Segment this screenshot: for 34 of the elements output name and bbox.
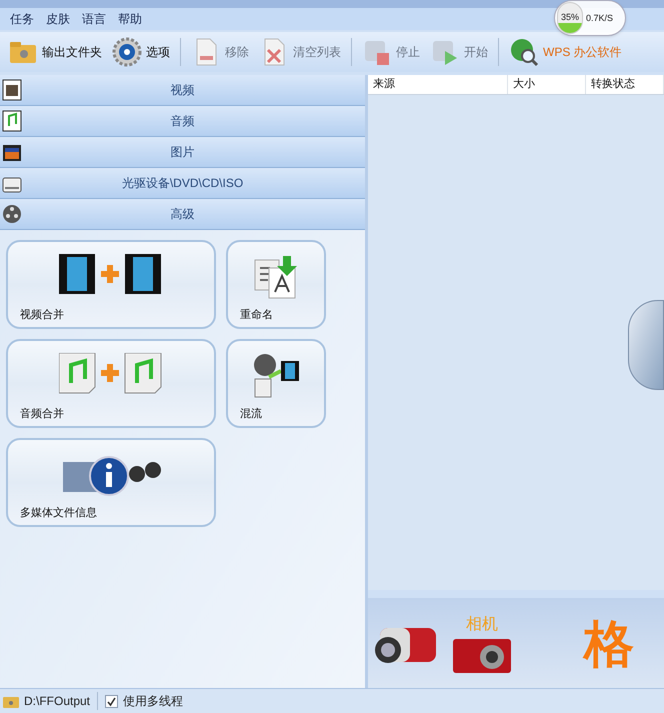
- column-header[interactable]: 转换状态: [586, 75, 664, 94]
- menu-item[interactable]: 帮助: [118, 10, 142, 28]
- settings-icon: [112, 37, 142, 67]
- menu-item[interactable]: 皮肤: [46, 10, 70, 28]
- output-path: D:\FFOutput: [24, 693, 90, 710]
- category-header[interactable]: 视频: [0, 75, 365, 106]
- usage-percent: 35%: [560, 11, 580, 24]
- film-reel-icon: [1, 203, 23, 225]
- toolbar-button[interactable]: 输出文件夹: [6, 35, 104, 69]
- category-header[interactable]: 高级: [0, 199, 365, 230]
- menu-item[interactable]: 任务: [10, 10, 34, 28]
- checkbox[interactable]: [105, 694, 118, 708]
- tool-button[interactable]: 重命名: [226, 240, 326, 329]
- download-speed: 0.7K/S: [586, 12, 614, 24]
- folder-icon: [3, 694, 19, 708]
- category-header[interactable]: 音频: [0, 106, 365, 137]
- audio-merge-icon: [59, 353, 163, 395]
- category-header[interactable]: 图片: [0, 137, 365, 168]
- column-header[interactable]: 来源: [368, 75, 508, 94]
- menu-item[interactable]: 语言: [82, 10, 106, 28]
- camera-label: 相机: [466, 614, 498, 635]
- film-merge-icon: [59, 254, 163, 294]
- tool-button[interactable]: 音频合并: [6, 339, 216, 428]
- category-header[interactable]: 光驱设备\DVD\CD\ISO: [0, 168, 365, 199]
- tool-button[interactable]: 多媒体文件信息: [6, 438, 216, 527]
- camera-icon: [452, 637, 512, 675]
- banner-title: 格: [584, 614, 634, 674]
- column-header[interactable]: 大小: [508, 75, 586, 94]
- tool-button[interactable]: 混流: [226, 339, 326, 428]
- toolbar-button[interactable]: 选项: [110, 35, 172, 69]
- rename-document-icon: [253, 254, 299, 300]
- tool-button[interactable]: 视频合并: [6, 240, 216, 329]
- checkbox-label: 使用多线程: [123, 693, 184, 710]
- globe-search-icon: [509, 37, 539, 67]
